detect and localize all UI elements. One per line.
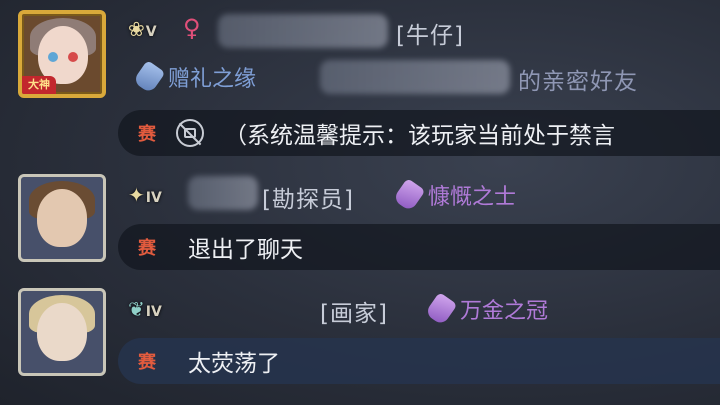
gem-icon (424, 292, 458, 326)
message-bubble[interactable]: 赛 太荧荡了 (118, 338, 720, 384)
message-bubble[interactable]: 赛 （系统温馨提示：该玩家当前处于禁言 (118, 110, 720, 156)
blurred-friend-name (320, 60, 510, 94)
chat-entry: ❦IV [画家] 万金之冠 赛 太荧荡了 (0, 282, 720, 405)
avatar[interactable] (18, 174, 106, 262)
female-icon: ♀ (183, 14, 201, 42)
gem-icon (392, 178, 426, 212)
rank-badge: ❦IV (128, 292, 168, 326)
rank-label: IV (145, 304, 162, 320)
message-bubble[interactable]: 赛 退出了聊天 (118, 224, 720, 270)
rank-icon: ✦ (128, 183, 145, 207)
identity-tag: [勘探员] (262, 187, 354, 213)
no-speaking-icon (176, 119, 204, 147)
rank-label: V (145, 24, 157, 40)
avatar[interactable]: 大神 (18, 10, 106, 98)
avatar-eye (48, 52, 58, 62)
channel-badge: 赛 (138, 352, 156, 373)
chat-entry: ✦IV [勘探员] 慷慨之士 赛 退出了聊天 (0, 168, 720, 278)
avatar[interactable] (18, 288, 106, 376)
blurred-username (218, 14, 388, 48)
avatar-face (37, 303, 87, 361)
relation-title: 赠礼之缘 (132, 60, 257, 94)
chat-entry: 大神 ❀V ♀ [牛仔] 赠礼之缘 的亲密好友 赛 （系统温馨提示：该玩家当前处… (0, 0, 720, 160)
gem-icon (132, 60, 166, 94)
player-title: 慷慨之士 (392, 178, 517, 212)
relation-title-label: 赠礼之缘 (168, 67, 257, 92)
relation-suffix: 的亲密好友 (518, 69, 638, 95)
rank-badge: ❀V (128, 12, 168, 46)
channel-badge: 赛 (138, 124, 156, 145)
message-text: 太荧荡了 (188, 351, 280, 377)
identity-tag: [牛仔] (396, 23, 464, 49)
avatar-face (37, 189, 87, 247)
player-title: 万金之冠 (424, 292, 549, 326)
message-text: （系统温馨提示：该玩家当前处于禁言 (224, 123, 615, 149)
identity-tag: [画家] (320, 301, 388, 327)
rank-badge: ✦IV (128, 178, 168, 212)
avatar-eye (68, 52, 78, 62)
master-badge: 大神 (22, 76, 56, 94)
player-title-label: 慷慨之士 (428, 185, 517, 210)
blurred-username (188, 176, 258, 210)
channel-badge: 赛 (138, 238, 156, 259)
rank-icon: ❦ (128, 297, 145, 321)
player-title-label: 万金之冠 (460, 299, 549, 324)
rank-icon: ❀ (128, 17, 145, 41)
rank-label: IV (145, 190, 162, 206)
message-text: 退出了聊天 (188, 237, 303, 263)
